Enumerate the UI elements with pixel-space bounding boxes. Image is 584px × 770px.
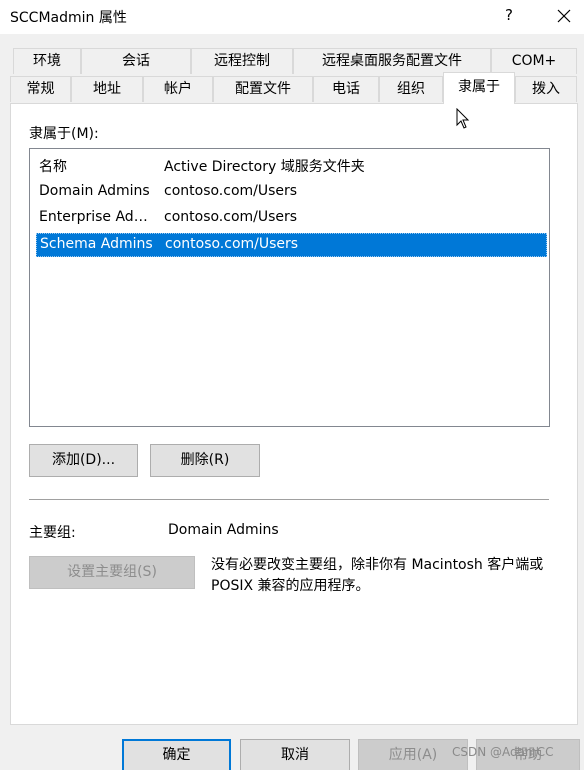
tab-general[interactable]: 常规 (10, 76, 71, 102)
tab-label: 常规 (26, 81, 55, 97)
close-icon[interactable] (552, 2, 576, 30)
tab-label: 组织 (397, 81, 425, 97)
tab-account[interactable]: 帐户 (143, 76, 213, 102)
tab-com-plus[interactable]: COM+ (491, 48, 577, 74)
group-name: Enterprise Admins (39, 209, 157, 225)
group-folder: contoso.com/Users (164, 183, 298, 199)
tab-label: 配置文件 (235, 81, 291, 97)
list-header[interactable]: 名称 Active Directory 域服务文件夹 (36, 153, 547, 177)
column-header-folder[interactable]: Active Directory 域服务文件夹 (164, 156, 365, 176)
primary-group-value: Domain Admins (168, 522, 279, 538)
primary-group-note: 没有必要改变主要组，除非你有 Macintosh 客户端或 POSIX 兼容的应… (211, 557, 544, 594)
window-title: SCCMadmin 属性 (10, 10, 127, 26)
tab-address[interactable]: 地址 (71, 76, 143, 102)
tab-label: 环境 (33, 53, 61, 69)
ok-button[interactable]: 确定 (122, 739, 231, 770)
tab-label: 帐户 (164, 81, 192, 97)
tab-label: 远程控制 (214, 53, 270, 69)
cancel-button[interactable]: 取消 (240, 739, 350, 770)
divider (29, 499, 549, 500)
group-folder: contoso.com/Users (165, 236, 299, 252)
group-folder: contoso.com/Users (164, 209, 298, 225)
tab-session[interactable]: 会话 (81, 48, 191, 74)
tab-label: 拨入 (532, 81, 560, 97)
group-name: Domain Admins (39, 183, 150, 199)
help-button[interactable]: ? (498, 6, 520, 24)
list-item[interactable]: Domain Admins contoso.com/Users (36, 180, 547, 204)
tab-label: 电话 (332, 81, 360, 97)
remove-button[interactable]: 删除(R) (150, 444, 260, 477)
tab-environment[interactable]: 环境 (13, 48, 81, 74)
tab-organization[interactable]: 组织 (379, 76, 443, 102)
tab-telephones[interactable]: 电话 (313, 76, 379, 102)
tab-label: 隶属于 (458, 79, 500, 95)
group-name: Schema Admins (40, 236, 153, 252)
tab-rds-profile[interactable]: 远程桌面服务配置文件 (293, 48, 491, 74)
add-button[interactable]: 添加(D)... (29, 444, 138, 477)
mouse-cursor-icon (456, 108, 470, 129)
set-primary-group-button[interactable]: 设置主要组(S) (29, 556, 195, 589)
primary-group-label: 主要组: (29, 525, 76, 541)
tab-remote-control[interactable]: 远程控制 (191, 48, 293, 74)
watermark: CSDN @AdamCC (452, 745, 554, 759)
tab-dial-in[interactable]: 拨入 (515, 76, 577, 102)
tab-label: 会话 (122, 53, 150, 69)
member-of-list[interactable]: 名称 Active Directory 域服务文件夹 Domain Admins… (29, 148, 550, 427)
tab-profile[interactable]: 配置文件 (213, 76, 313, 102)
tab-member-of[interactable]: 隶属于 (443, 72, 515, 104)
column-header-name[interactable]: 名称 (39, 156, 157, 176)
tab-strip: 环境 会话 远程控制 远程桌面服务配置文件 COM+ 常规 地址 帐户 配置文件… (0, 34, 584, 106)
title-bar: SCCMadmin 属性 ? (0, 0, 584, 34)
tab-label: 地址 (93, 81, 121, 97)
tab-label: 远程桌面服务配置文件 (322, 53, 462, 69)
list-item-selected[interactable]: Schema Admins contoso.com/Users (36, 233, 547, 257)
tab-label: COM+ (511, 53, 557, 69)
member-of-label: 隶属于(M): (29, 126, 99, 142)
list-item[interactable]: Enterprise Admins contoso.com/Users (36, 206, 547, 230)
